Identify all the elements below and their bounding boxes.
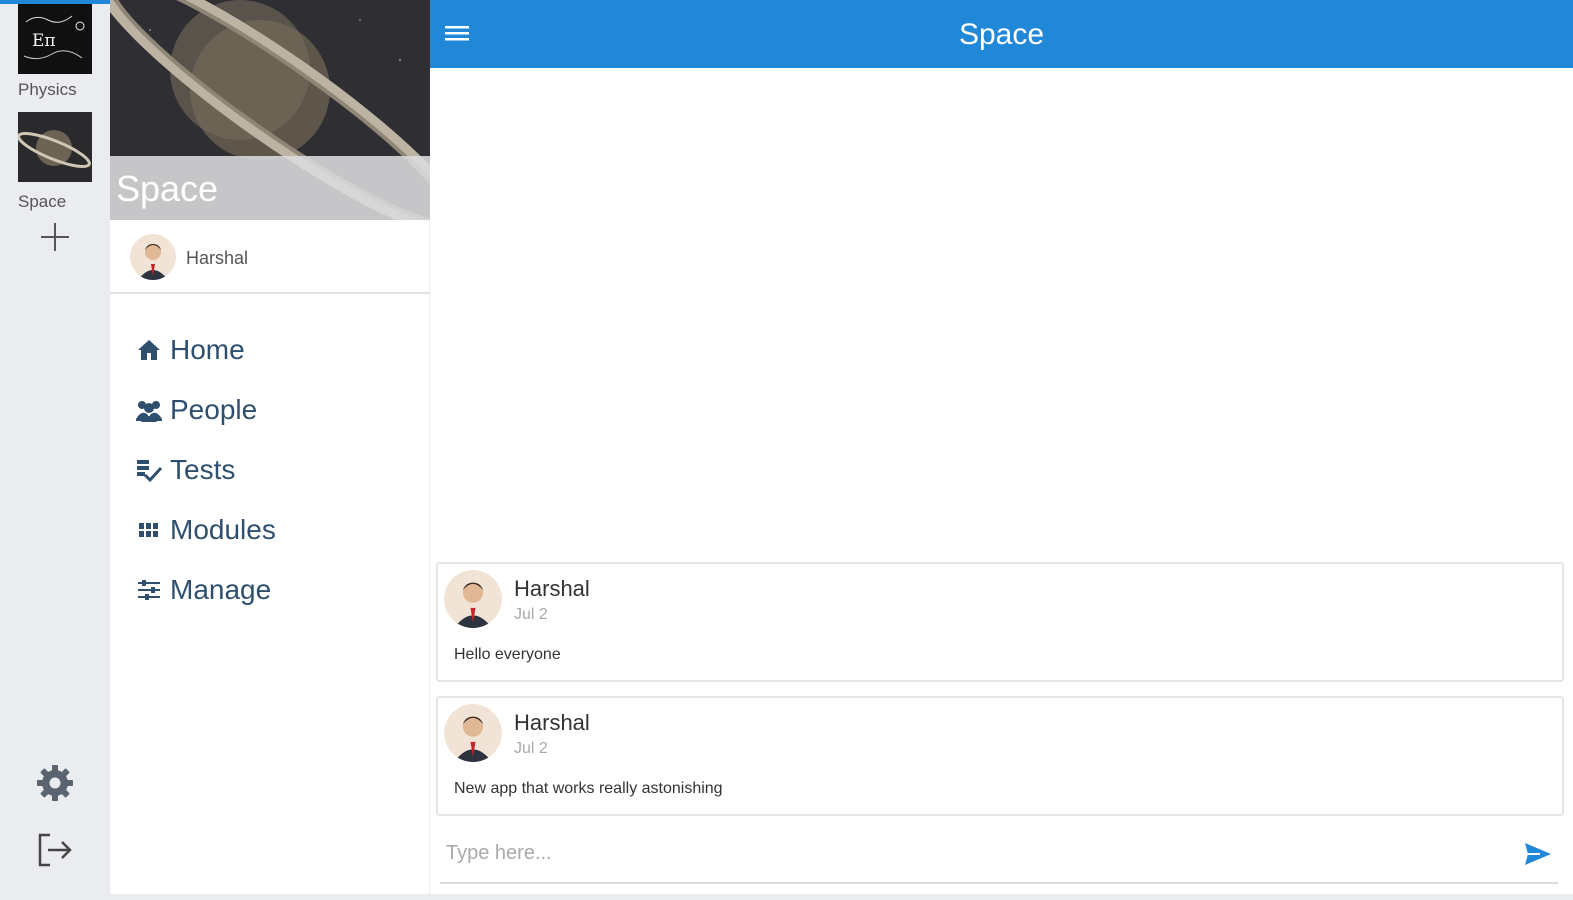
send-button[interactable]	[1522, 838, 1554, 870]
avatar	[444, 704, 502, 762]
post-text: Hello everyone	[454, 646, 561, 663]
avatar	[444, 570, 502, 628]
nav-item-tests[interactable]: Tests	[134, 448, 235, 492]
send-icon	[1525, 843, 1551, 865]
message-input[interactable]	[446, 836, 1506, 870]
add-class-button[interactable]	[38, 220, 72, 254]
rail-class-label: Space	[18, 192, 67, 211]
nav-label: Home	[170, 334, 245, 365]
post-author: Harshal	[514, 576, 590, 601]
class-title: Space	[116, 168, 219, 209]
nav-label: Tests	[170, 454, 236, 485]
class-rail: Eπ Physics Space	[0, 0, 110, 900]
post-author: Harshal	[514, 710, 590, 735]
top-app-bar: Space	[430, 0, 1573, 68]
nav-label: Manage	[170, 574, 272, 605]
page-title: Space	[958, 18, 1045, 51]
post-text: New app that works really astonishing	[454, 780, 723, 797]
class-cover: Space	[110, 0, 430, 220]
bottom-divider	[0, 894, 1573, 900]
home-icon	[134, 335, 164, 365]
settings-button[interactable]	[33, 761, 77, 805]
nav-label: People	[170, 394, 258, 425]
space-thumbnail	[18, 112, 92, 182]
app-root: Eπ Physics Space Space Harshal Home Peop…	[0, 0, 1573, 900]
nav-item-manage[interactable]: Manage	[134, 568, 271, 612]
manage-icon	[134, 575, 164, 605]
post-card[interactable]: Harshal Jul 2 Hello everyone	[436, 562, 1564, 682]
rail-class-space[interactable]: Space	[0, 112, 110, 216]
physics-thumb-text: Eπ	[32, 31, 56, 51]
rail-class-label: Physics	[18, 80, 77, 99]
class-owner[interactable]: Harshal	[110, 220, 430, 294]
post-date: Jul 2	[514, 740, 548, 757]
tests-icon	[134, 455, 164, 485]
nav-label: Modules	[170, 514, 276, 545]
gear-icon	[37, 765, 73, 801]
modules-icon	[134, 515, 164, 545]
people-icon	[134, 395, 164, 425]
side-drawer: Space Harshal Home People Tests Modules …	[110, 0, 430, 900]
nav-item-people[interactable]: People	[134, 388, 257, 432]
post-card[interactable]: Harshal Jul 2 New app that works really …	[436, 696, 1564, 816]
nav-item-home[interactable]: Home	[134, 328, 245, 372]
rail-class-physics[interactable]: Eπ Physics	[0, 4, 110, 104]
logout-icon	[38, 833, 72, 867]
post-date: Jul 2	[514, 606, 548, 623]
logout-button[interactable]	[34, 829, 76, 871]
owner-name: Harshal	[186, 248, 249, 268]
message-composer	[440, 828, 1558, 884]
avatar	[130, 234, 176, 280]
nav-item-modules[interactable]: Modules	[134, 508, 276, 552]
physics-thumbnail: Eπ	[18, 4, 92, 74]
plus-icon	[41, 223, 69, 251]
